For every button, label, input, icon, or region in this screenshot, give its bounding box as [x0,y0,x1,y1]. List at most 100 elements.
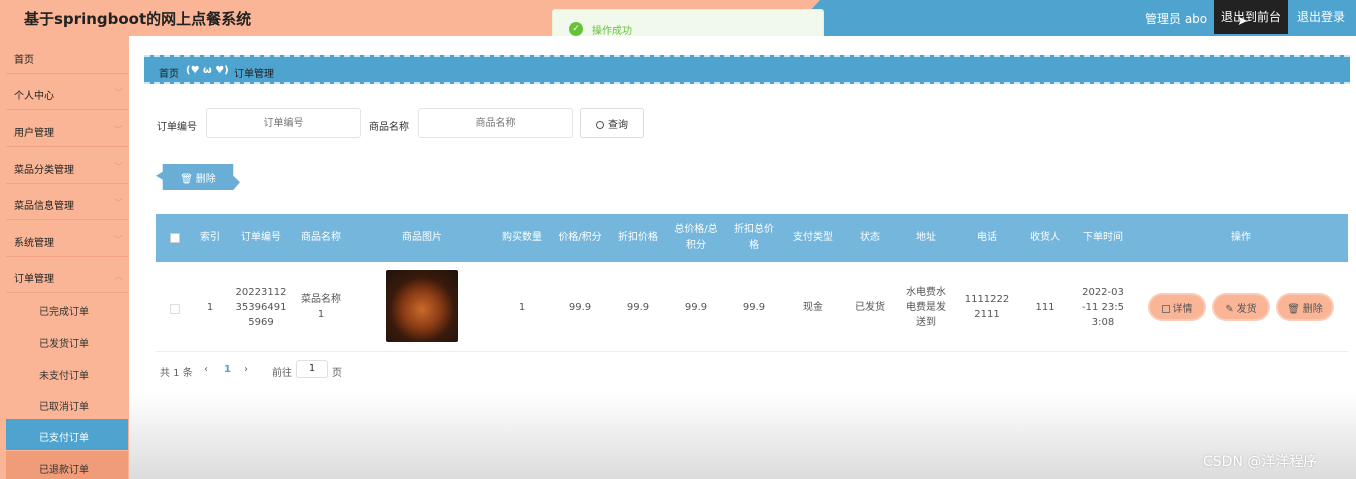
order-no-label: 订单编号 [157,122,197,133]
watermark: CSDN @洋洋程序 [1203,454,1318,470]
sidebar-sub-unpaid[interactable]: 未支付订单 [6,357,128,388]
sidebar-item-orders[interactable]: 订单管理 ︿ [6,257,128,293]
sidebar-item-label: 系统管理 [14,238,54,249]
pager-goto-label: 前往 [272,368,292,379]
sidebar-item-label: 用户管理 [14,128,54,139]
sidebar-sub-refunded[interactable]: 已退款订单 [6,451,128,479]
chevron-down-icon: ﹀ [114,163,124,173]
chevron-down-icon: ﹀ [114,236,124,246]
cell-receiver: 111 [1035,301,1055,313]
cell-index: 1 [206,301,214,313]
cell-pay-type: 现金 [803,301,823,313]
product-name-input[interactable] [418,108,573,138]
address-line: 送到 [916,316,936,328]
cell-total: 99.9 [684,301,708,313]
row-delete-button[interactable]: 🗑 删除 [1278,295,1332,319]
pager-prev[interactable]: ‹ [204,364,208,375]
chevron-down-icon: ﹀ [114,199,124,209]
pager-next[interactable]: › [244,364,248,375]
table-header: 索引 订单编号 商品名称 商品图片 购买数量 价格/积分 折扣价格 总价格/总积… [156,214,1348,262]
col-order-time: 下单时间 [1083,232,1123,243]
cell-qty: 1 [518,301,526,313]
col-pay-type: 支付类型 [793,232,833,243]
search-button[interactable]: 查询 [580,108,644,138]
sidebar-sub-shipped[interactable]: 已发货订单 [6,325,128,356]
ship-button[interactable]: ✎ 发货 [1214,295,1268,319]
pager-current-page[interactable]: 1 [224,364,231,375]
sidebar-item-label: 菜品分类管理 [14,165,74,176]
logout-button[interactable]: 退出登录 [1292,0,1350,34]
product-image [386,270,458,342]
document-icon [1161,304,1170,313]
cell-phone: 1111222 2111 [960,262,1014,352]
address-line: 电费是发 [906,301,946,313]
col-actions: 操作 [1231,232,1251,243]
order-no-line: 35396491 [235,301,287,313]
edit-icon: ✎ [1225,303,1237,315]
sidebar-item-label: 个人中心 [14,91,54,102]
row-checkbox[interactable] [170,304,180,314]
sidebar-item-label: 订单管理 [14,274,54,285]
chevron-down-icon: ﹀ [114,126,124,136]
breadcrumb-home[interactable]: 首页 [159,65,179,80]
chevron-up-icon: ︿ [114,272,124,282]
cell-order-time: 2022-03 -11 23:5 3:08 [1076,262,1130,352]
search-button-label: 查询 [608,119,628,131]
ship-label: 发货 [1236,303,1257,315]
cell-product-name: 菜品名称 1 [294,262,348,352]
address-line: 水电费水 [906,286,946,298]
sidebar-item-dish-category[interactable]: 菜品分类管理 ﹀ [6,148,128,184]
sidebar-item-users[interactable]: 用户管理 ﹀ [6,111,128,147]
cell-discount-price: 99.9 [626,301,650,313]
order-time-line: 3:08 [1091,316,1115,328]
sidebar-item-system[interactable]: 系统管理 ﹀ [6,221,128,257]
sidebar-sub-label: 未支付订单 [39,371,89,382]
bottom-shade [129,392,1356,479]
sidebar-sub-label: 已支付订单 [39,433,89,444]
sidebar-sub-paid[interactable]: 已支付订单 [6,419,128,450]
product-name-line: 1 [317,309,325,320]
sidebar-sub-label: 已取消订单 [39,402,89,413]
pager-total: 共 1 条 [160,368,193,379]
sidebar-item-profile[interactable]: 个人中心 ﹀ [6,74,128,110]
search-icon [596,120,604,129]
col-address: 地址 [916,232,936,243]
toast-message: 操作成功 [592,26,632,37]
col-phone: 电话 [977,232,997,243]
product-name-label: 商品名称 [369,122,409,133]
detail-button[interactable]: 详情 [1150,295,1204,319]
col-qty: 购买数量 [502,232,542,243]
back-to-front-button[interactable]: 退出到前台 [1214,0,1288,34]
select-all-checkbox[interactable] [170,233,180,243]
admin-label: 管理员 abo [1145,12,1208,26]
sidebar-item-home[interactable]: 首页 [6,38,128,74]
cell-address: 水电费水 电费是发 送到 [902,262,950,352]
cell-discount-total: 99.9 [742,301,766,313]
col-status: 状态 [860,232,880,243]
batch-delete-button[interactable]: 🗑 删除 [156,164,240,190]
phone-line: 1111222 [964,294,1010,305]
product-name-line: 菜品名称 [301,294,341,305]
order-no-line: 5969 [248,316,274,328]
col-receiver: 收货人 [1030,232,1060,243]
app-title: 基于springboot的网上点餐系统 [24,10,252,28]
sidebar-sub-label: 已发货订单 [39,339,89,350]
breadcrumb: 首页 (♥ ω ♥) 订单管理 [144,55,1350,84]
sidebar-sub-label: 已退款订单 [39,465,89,476]
col-discount-price: 折扣价格 [618,232,658,243]
check-circle-icon: ✓ [569,22,583,36]
pager-page-unit: 页 [332,368,342,379]
cell-price: 99.9 [568,301,592,313]
order-no-input[interactable] [206,108,361,138]
order-no-line: 20223112 [235,286,287,298]
col-discount-total: 折扣总价格 [734,224,774,251]
sidebar-item-dish-info[interactable]: 菜品信息管理 ﹀ [6,184,128,220]
col-order-no: 订单编号 [241,232,281,243]
batch-delete-label: 删除 [195,173,216,185]
detail-label: 详情 [1172,303,1193,315]
pager-goto-input[interactable]: 1 [296,360,328,378]
col-price: 价格/积分 [558,232,602,243]
sidebar-sub-cancelled[interactable]: 已取消订单 [6,388,128,419]
sidebar-item-label: 菜品信息管理 [14,201,74,212]
sidebar-sub-completed[interactable]: 已完成订单 [6,293,128,324]
